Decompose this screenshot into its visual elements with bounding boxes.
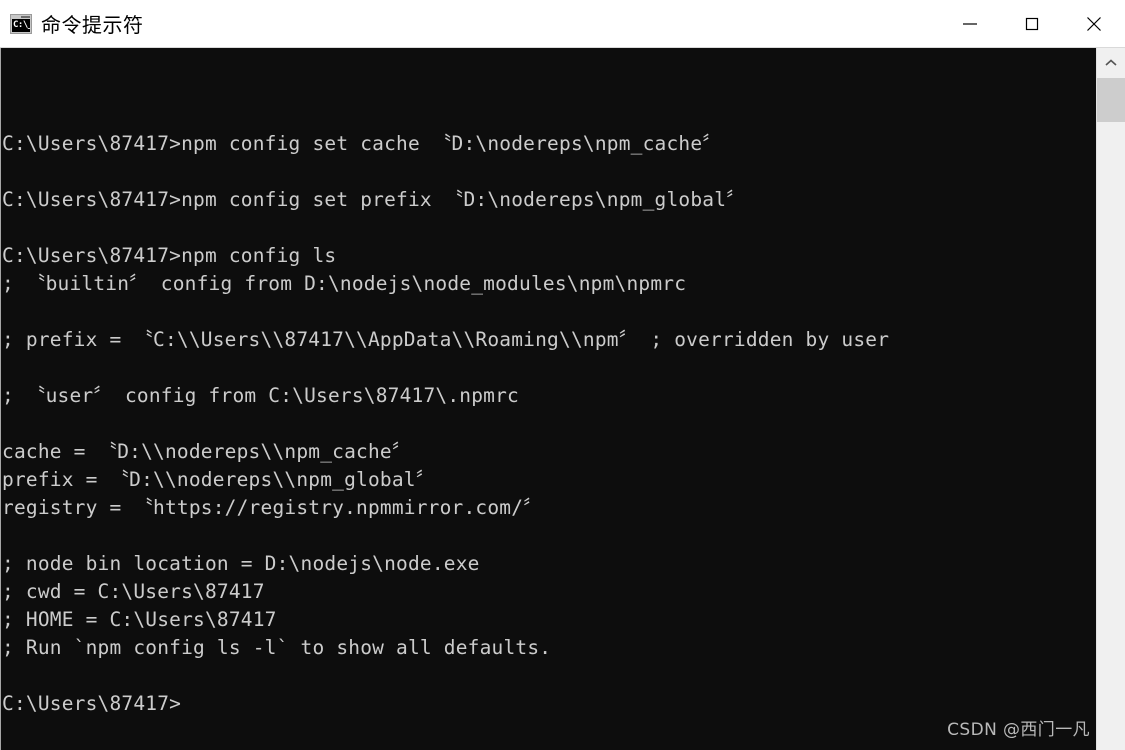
console-line: prefix = 〝D:\\nodereps\\npm_global〞 — [2, 468, 436, 491]
chevron-up-icon — [1105, 59, 1117, 66]
close-button[interactable] — [1063, 0, 1125, 47]
console-line: ; Run `npm config ls -l` to show all def… — [2, 636, 552, 659]
window-controls — [939, 0, 1125, 47]
cmd-icon-screen-text: C:\_ — [12, 18, 30, 32]
console-line: ; node bin location = D:\nodejs\node.exe — [2, 552, 480, 575]
close-icon — [1087, 16, 1101, 31]
scroll-up-button[interactable] — [1097, 48, 1125, 78]
console-line: ; 〝builtin〞 config from D:\nodejs\node_m… — [2, 272, 687, 295]
console-line: cache = 〝D:\\nodereps\\npm_cache〞 — [2, 440, 412, 463]
console-line: C:\Users\87417>npm config ls — [2, 244, 337, 267]
cmd-icon-titlestrip — [21, 15, 30, 18]
maximize-icon — [1025, 17, 1039, 30]
command-prompt-window: C:\_ 命令提示符 C:\Users — [0, 0, 1125, 750]
console-line: ; 〝user〞 config from C:\Users\87417\.npm… — [2, 384, 519, 407]
title-bar[interactable]: C:\_ 命令提示符 — [0, 0, 1125, 48]
cmd-prompt-icon: C:\_ — [10, 13, 32, 34]
minimize-icon — [963, 22, 977, 25]
minimize-button[interactable] — [939, 0, 1001, 47]
console-line: C:\Users\87417>npm config set cache 〝D:\… — [2, 132, 722, 155]
console-line: ; cwd = C:\Users\87417 — [2, 580, 265, 603]
scrollbar-thumb[interactable] — [1097, 78, 1125, 122]
console-line-list: C:\Users\87417>npm config set cache 〝D:\… — [1, 104, 1096, 718]
console-output[interactable]: C:\Users\87417>npm config set cache 〝D:\… — [1, 48, 1096, 750]
vertical-scrollbar[interactable] — [1096, 48, 1125, 750]
console-line: C:\Users\87417> — [2, 692, 182, 715]
console-area[interactable]: C:\Users\87417>npm config set cache 〝D:\… — [0, 48, 1125, 750]
console-line: ; prefix = 〝C:\\Users\\87417\\AppData\\R… — [2, 328, 890, 351]
console-line: ; HOME = C:\Users\87417 — [2, 608, 277, 631]
scrollbar-track[interactable] — [1097, 78, 1125, 750]
window-title: 命令提示符 — [41, 13, 144, 37]
maximize-button[interactable] — [1001, 0, 1063, 47]
console-line: C:\Users\87417>npm config set prefix 〝D:… — [2, 188, 746, 211]
console-line: registry = 〝https://registry.npmmirror.c… — [2, 496, 543, 519]
